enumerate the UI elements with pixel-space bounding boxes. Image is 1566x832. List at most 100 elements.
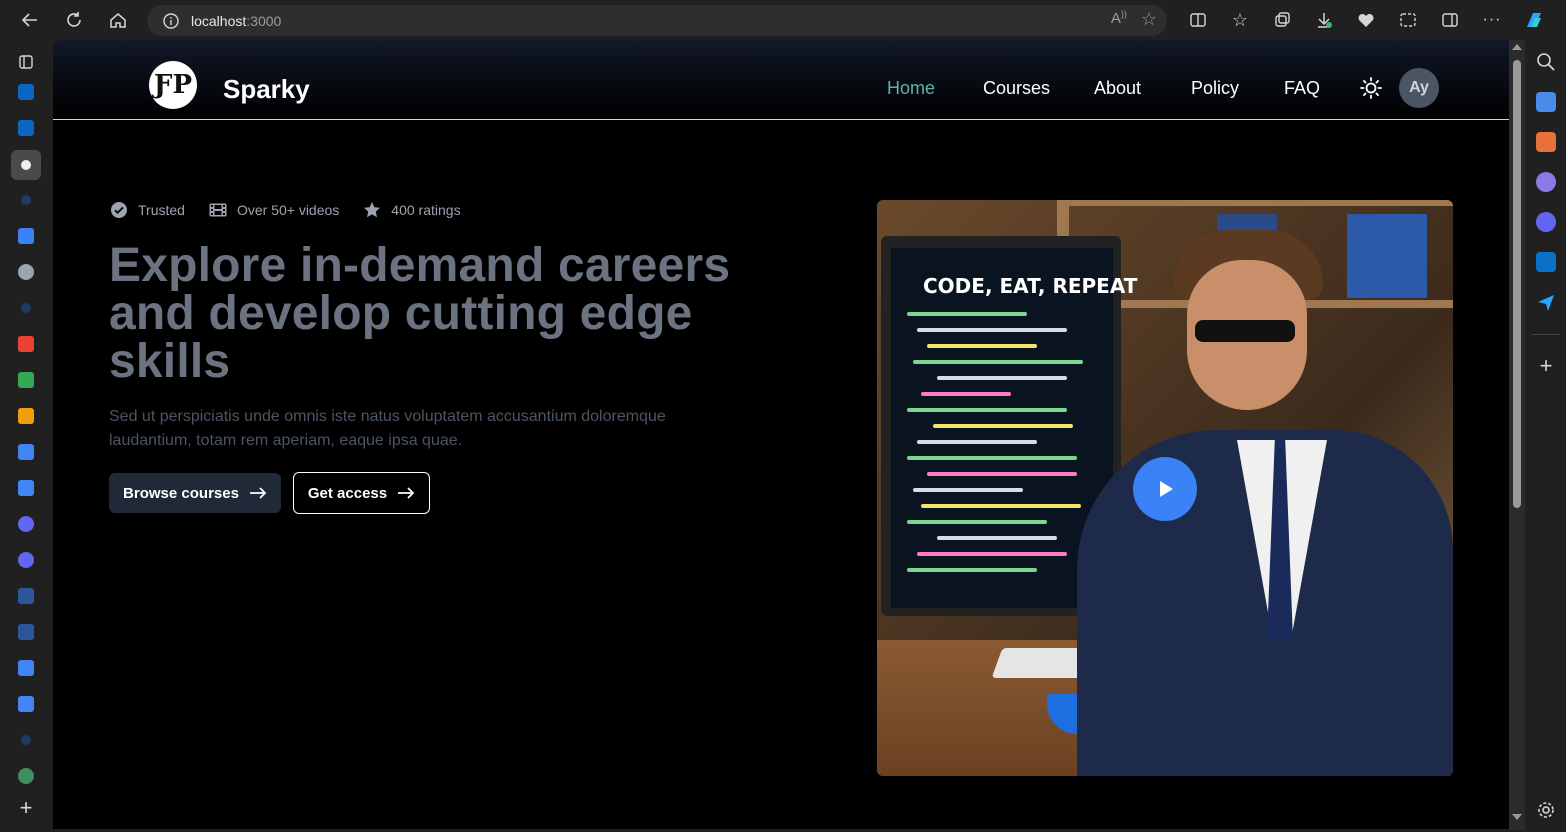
scroll-down-icon[interactable]	[1512, 814, 1522, 820]
user-avatar[interactable]: Ay	[1399, 68, 1439, 108]
shopping-tag-icon[interactable]	[1536, 92, 1556, 112]
hero-subtitle: Sed ut perspiciatis unde omnis iste natu…	[109, 408, 666, 449]
code-line	[907, 520, 1047, 524]
code-line	[907, 408, 1067, 412]
tab-search-icon[interactable]	[12, 186, 40, 214]
get-access-label: Get access	[307, 484, 388, 502]
code-line	[917, 328, 1067, 332]
check-circle-icon	[111, 202, 127, 218]
add-sidebar-app-icon[interactable]: +	[1536, 355, 1556, 377]
code-line	[907, 312, 1027, 316]
tab-docs-icon[interactable]	[12, 474, 40, 502]
home-icon[interactable]	[100, 4, 136, 36]
tab-docs-icon[interactable]	[12, 654, 40, 682]
hero-video-thumbnail[interactable]: CODE, EAT, REPEAT	[877, 200, 1453, 776]
tab-site-icon[interactable]	[12, 402, 40, 430]
browse-courses-button[interactable]: Browse courses	[109, 473, 281, 513]
tab-drive-icon[interactable]	[12, 366, 40, 394]
refresh-icon[interactable]	[56, 4, 92, 36]
badge-label: 400 ratings	[391, 202, 461, 218]
badge-label: Over 50+ videos	[236, 202, 340, 218]
code-line	[927, 344, 1037, 348]
arrow-right-icon	[398, 487, 415, 499]
tab-site-icon[interactable]	[12, 762, 40, 790]
tab-linkedin-icon[interactable]	[12, 78, 40, 106]
tab-linkedin-icon[interactable]	[12, 114, 40, 142]
arrow-right-icon	[249, 487, 267, 499]
code-line	[937, 376, 1067, 380]
play-icon	[1160, 481, 1173, 497]
browse-courses-label: Browse courses	[123, 484, 239, 502]
browser-sidebar: +	[1526, 40, 1566, 832]
settings-gear-icon[interactable]	[1536, 800, 1556, 820]
tab-site-icon[interactable]	[12, 222, 40, 250]
nav-policy[interactable]: Policy	[1191, 78, 1239, 99]
copilot-app-icon[interactable]	[1536, 212, 1556, 232]
info-icon[interactable]	[163, 12, 179, 29]
badge-label: Trusted	[138, 202, 185, 218]
code-line	[927, 472, 1077, 476]
page-scrollbar[interactable]	[1509, 40, 1525, 830]
back-icon[interactable]	[12, 4, 48, 36]
read-aloud-icon[interactable]: A))	[1111, 9, 1127, 30]
more-options-icon[interactable]: ···	[1474, 4, 1510, 36]
nav-about[interactable]: About	[1094, 78, 1141, 99]
tab-gmail-icon[interactable]	[12, 330, 40, 358]
tab-word-icon[interactable]	[12, 582, 40, 610]
sidebar-toggle-icon[interactable]	[1432, 4, 1468, 36]
tab-localhost-icon[interactable]	[11, 150, 41, 180]
code-line	[913, 488, 1023, 492]
theme-toggle-sun-icon[interactable]	[1360, 77, 1382, 99]
downloads-icon[interactable]	[1306, 4, 1342, 36]
browser-toolbar: localhost:3000 A)) ☆ ☆ ···	[0, 0, 1566, 40]
address-bar[interactable]: localhost:3000 A)) ☆	[147, 5, 1167, 36]
scrollbar-thumb[interactable]	[1513, 60, 1521, 508]
nav-home[interactable]: Home	[887, 78, 935, 99]
nav-faq[interactable]: FAQ	[1284, 78, 1320, 99]
url-text: localhost:3000	[191, 12, 282, 29]
vertical-tab-strip: +	[0, 40, 52, 832]
copilot-icon[interactable]	[1516, 4, 1552, 36]
star-icon	[364, 202, 381, 218]
collections-icon[interactable]	[1264, 4, 1300, 36]
code-line	[921, 392, 1011, 396]
get-access-button[interactable]: Get access	[293, 472, 430, 514]
bookshelf	[1057, 200, 1453, 206]
split-screen-icon[interactable]	[1180, 4, 1216, 36]
search-icon[interactable]	[1536, 52, 1556, 72]
tab-copilot-icon[interactable]	[12, 546, 40, 574]
tab-search-icon[interactable]	[12, 294, 40, 322]
code-line	[907, 456, 1077, 460]
new-tab-plus-icon[interactable]: +	[12, 794, 40, 822]
tab-docs-icon[interactable]	[12, 438, 40, 466]
tab-site-icon[interactable]	[12, 258, 40, 286]
tools-icon[interactable]	[1536, 132, 1556, 152]
screen-caption: CODE, EAT, REPEAT	[923, 274, 1138, 298]
hero-headline: Explore in-demand careers and develop cu…	[109, 239, 731, 388]
scroll-up-icon[interactable]	[1512, 44, 1522, 50]
site-logo[interactable]: ƑP	[149, 61, 197, 109]
favorite-star-icon[interactable]: ☆	[1141, 9, 1157, 30]
tab-docs-icon[interactable]	[12, 690, 40, 718]
nav-courses[interactable]: Courses	[983, 78, 1050, 99]
page-viewport: ƑP Sparky Home Courses About Policy FAQ …	[53, 40, 1509, 829]
code-line	[921, 504, 1081, 508]
tab-search-icon[interactable]	[12, 726, 40, 754]
play-button[interactable]	[1133, 457, 1197, 521]
outlook-icon[interactable]	[1536, 252, 1556, 272]
screenshot-icon[interactable]	[1390, 4, 1426, 36]
badge-videos: Over 50+ videos	[209, 201, 339, 219]
badge-ratings: 400 ratings	[363, 201, 461, 219]
tab-word-icon[interactable]	[12, 618, 40, 646]
code-line	[917, 440, 1037, 444]
tab-actions-icon[interactable]	[12, 48, 40, 76]
games-icon[interactable]	[1536, 172, 1556, 192]
brand-name[interactable]: Sparky	[223, 74, 310, 105]
binders	[1347, 214, 1427, 298]
code-line	[913, 360, 1083, 364]
favorites-icon[interactable]: ☆	[1222, 4, 1258, 36]
tab-copilot-icon[interactable]	[12, 510, 40, 538]
send-icon[interactable]	[1536, 292, 1556, 312]
browser-essentials-icon[interactable]	[1348, 4, 1384, 36]
code-line	[933, 424, 1073, 428]
